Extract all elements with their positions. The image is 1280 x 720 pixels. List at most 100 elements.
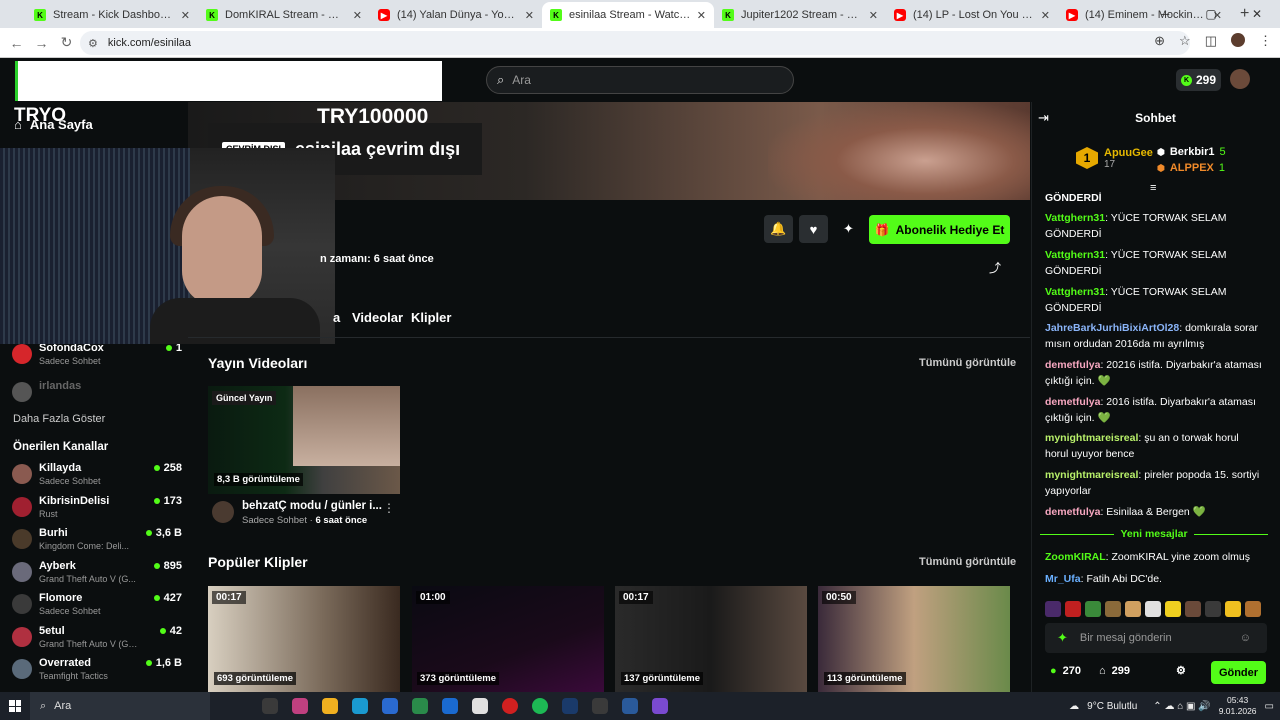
- site-info-icon[interactable]: ⚙: [88, 37, 98, 50]
- emote-icon[interactable]: [1125, 601, 1141, 617]
- emote-icon[interactable]: [1185, 601, 1201, 617]
- browser-menu-icon[interactable]: ⋮: [1259, 33, 1272, 49]
- taskbar-app-icon[interactable]: [375, 692, 405, 720]
- chat-username[interactable]: Vattghern31: [1045, 286, 1105, 298]
- taskbar-app-icon[interactable]: [255, 692, 285, 720]
- videos-see-all-link[interactable]: Tümünü görüntüle: [919, 357, 1016, 369]
- emote-icon[interactable]: [1085, 601, 1101, 617]
- taskbar-app-icon[interactable]: [465, 692, 495, 720]
- chat-coins[interactable]: 270: [1063, 665, 1081, 677]
- sidebar-channel[interactable]: Killayda Sadece Sohbet 258: [12, 462, 182, 490]
- browser-tab[interactable]: ▶ (14) LP - Lost On You (Official M ✕: [886, 2, 1058, 28]
- minimize-icon[interactable]: ─: [1142, 0, 1188, 28]
- sidebar-channel[interactable]: KibrisinDelisi Rust 173: [12, 495, 182, 523]
- gift-subscription-button[interactable]: 🎁 Abonelik Hediye Et: [869, 215, 1010, 244]
- emote-icon[interactable]: [1205, 601, 1221, 617]
- maximize-icon[interactable]: ▢: [1188, 0, 1234, 28]
- back-icon[interactable]: ←: [4, 35, 29, 51]
- tab-clips[interactable]: Klipler: [411, 310, 451, 325]
- taskbar-app-icon[interactable]: [345, 692, 375, 720]
- tab-videos[interactable]: Videolar: [352, 310, 403, 325]
- share-icon[interactable]: ⤴: [989, 259, 1001, 276]
- emote-icon[interactable]: [1065, 601, 1081, 617]
- close-tab-icon[interactable]: ✕: [869, 9, 878, 22]
- notification-icon[interactable]: ▭: [1265, 701, 1274, 712]
- emote-icon[interactable]: [1105, 601, 1121, 617]
- profile-avatar[interactable]: [1231, 33, 1245, 47]
- sparkle-button[interactable]: ✦: [834, 215, 863, 243]
- close-tab-icon[interactable]: ✕: [525, 9, 534, 22]
- clock[interactable]: 05:43 9.01.2026: [1219, 695, 1257, 717]
- chat-username[interactable]: Mr_Ufa: [1045, 573, 1081, 585]
- notification-bell-button[interactable]: 🔔: [764, 215, 793, 243]
- chat-username[interactable]: ZoomKIRAL: [1045, 551, 1106, 563]
- reload-icon[interactable]: ↻: [54, 34, 79, 51]
- taskbar-app-icon[interactable]: [615, 692, 645, 720]
- taskbar-app-icon[interactable]: [435, 692, 465, 720]
- taskbar-app-icon[interactable]: [315, 692, 345, 720]
- close-tab-icon[interactable]: ✕: [1041, 9, 1050, 22]
- taskbar-search[interactable]: ⌕ Ara: [30, 692, 210, 720]
- browser-tab[interactable]: K Stream - Kick Dashboard ✕: [26, 2, 198, 28]
- taskbar-app-icon[interactable]: [285, 692, 315, 720]
- forward-icon[interactable]: →: [29, 35, 54, 51]
- extensions-icon[interactable]: ◫: [1205, 33, 1217, 49]
- chat-username[interactable]: mynightmareisreal: [1045, 469, 1138, 481]
- show-more-link[interactable]: Daha Fazla Göster: [13, 413, 105, 425]
- start-button[interactable]: [0, 692, 30, 720]
- chat-username[interactable]: mynightmareisreal: [1045, 432, 1138, 444]
- taskbar-app-icon[interactable]: [645, 692, 675, 720]
- search-input[interactable]: ⌕ Ara: [486, 66, 794, 94]
- emote-icon[interactable]: [1225, 601, 1241, 617]
- taskbar-app-icon[interactable]: [555, 692, 585, 720]
- bookmark-star-icon[interactable]: ☆: [1179, 33, 1191, 49]
- browser-tab[interactable]: ▶ (14) Yalan Dünya - YouTube ✕: [370, 2, 542, 28]
- chat-username[interactable]: Vattghern31: [1045, 249, 1105, 261]
- emoji-icon[interactable]: ☺: [1240, 632, 1251, 644]
- send-button[interactable]: Gönder: [1211, 661, 1266, 684]
- close-tab-icon[interactable]: ✕: [353, 9, 362, 22]
- chat-points[interactable]: 299: [1112, 665, 1130, 677]
- chat-username[interactable]: demetfulya: [1045, 396, 1100, 408]
- taskbar-app-icon[interactable]: [525, 692, 555, 720]
- zoom-icon[interactable]: ⊕: [1154, 33, 1165, 49]
- url-field[interactable]: ⚙ kick.com/esinilaa: [80, 31, 1190, 55]
- sidebar-channel[interactable]: 5etul Grand Theft Auto V (GTA) 42: [12, 625, 182, 653]
- chat-username[interactable]: Vattghern31: [1045, 212, 1105, 224]
- chat-input[interactable]: ✦ Bir mesaj gönderin ☺: [1045, 623, 1267, 653]
- video-more-icon[interactable]: ⋮: [383, 501, 395, 515]
- taskbar-app-icon[interactable]: [405, 692, 435, 720]
- points-badge[interactable]: K 299: [1176, 69, 1221, 91]
- clips-see-all-link[interactable]: Tümünü görüntüle: [919, 556, 1016, 568]
- chat-username[interactable]: demetfulya: [1045, 359, 1100, 371]
- video-title[interactable]: behzatÇ modu / günler i...: [242, 500, 382, 512]
- sidebar-channel[interactable]: SofondaCox Sadece Sohbet 1: [12, 342, 182, 370]
- tab-about[interactable]: a: [333, 310, 340, 325]
- sidebar-channel[interactable]: Flomore Sadece Sohbet 427: [12, 592, 182, 620]
- video-channel-avatar[interactable]: [212, 501, 234, 523]
- taskbar-app-icon[interactable]: [495, 692, 525, 720]
- emote-icon[interactable]: [1145, 601, 1161, 617]
- chat-username[interactable]: JahreBarkJurhiBixiArtOl28: [1045, 322, 1179, 334]
- chat-settings-icon[interactable]: ⚙: [1176, 664, 1186, 677]
- sidebar-channel[interactable]: Ayberk Grand Theft Auto V (G... 895: [12, 560, 182, 588]
- emote-icon[interactable]: [1045, 601, 1061, 617]
- weather-text[interactable]: 9°C Bulutlu: [1087, 701, 1137, 712]
- close-tab-icon[interactable]: ✕: [697, 9, 706, 22]
- sparkle-icon[interactable]: ✦: [1057, 630, 1068, 646]
- sidebar-channel[interactable]: Burhi Kingdom Come: Deli... 3,6 B: [12, 527, 182, 555]
- emote-icon[interactable]: [1165, 601, 1181, 617]
- user-avatar[interactable]: [1230, 69, 1250, 89]
- gifter-row[interactable]: ⬢ ALPPEX 1: [1157, 160, 1226, 176]
- gifter-row[interactable]: ⬢ Berkbir1 5: [1157, 144, 1226, 160]
- browser-tab[interactable]: Kesinilaa Stream - Watch Live on ✕: [542, 2, 714, 28]
- close-tab-icon[interactable]: ✕: [181, 9, 190, 22]
- sidebar-channel[interactable]: irlandas: [12, 380, 182, 408]
- browser-tab[interactable]: K DomKIRAL Stream - Watch Live ✕: [198, 2, 370, 28]
- emote-icon[interactable]: [1245, 601, 1261, 617]
- sidebar-channel[interactable]: Overrated Teamfight Tactics 1,6 B: [12, 657, 182, 685]
- tray-icons[interactable]: ⌃ ☁ ⌂ ▣ 🔊: [1153, 701, 1210, 712]
- chat-username[interactable]: demetfulya: [1045, 506, 1100, 518]
- browser-tab[interactable]: K Jupiter1202 Stream - Watch Liv ✕: [714, 2, 886, 28]
- taskbar-app-icon[interactable]: [585, 692, 615, 720]
